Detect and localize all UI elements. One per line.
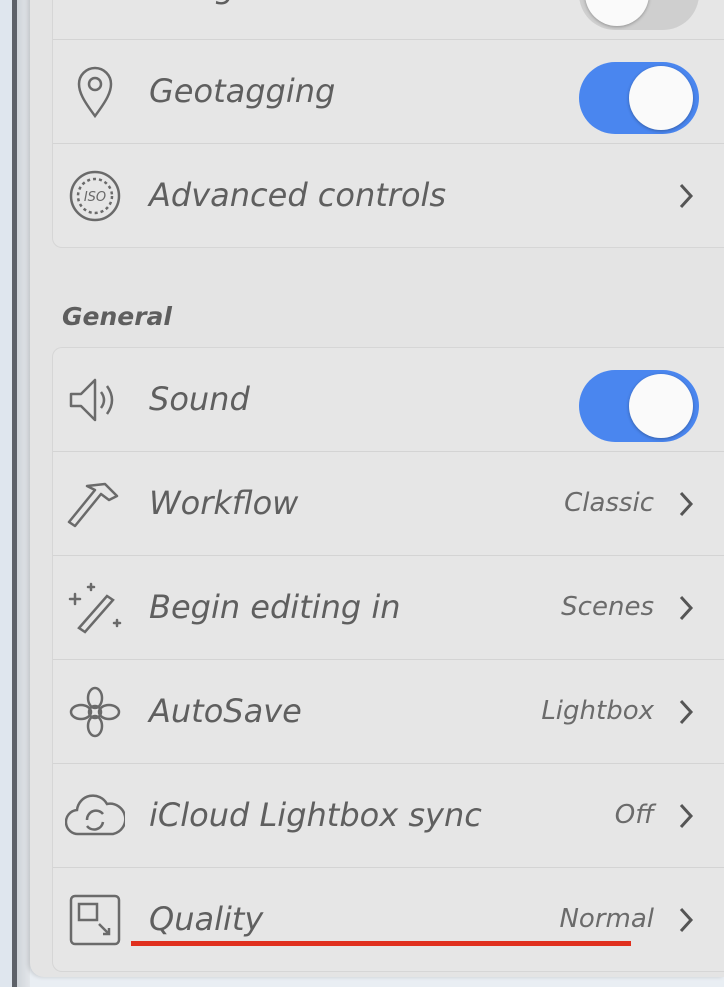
speaker-icon bbox=[65, 372, 125, 428]
horizon-level-toggle[interactable] bbox=[579, 0, 699, 30]
setting-row-horizon-level[interactable]: Horigon Level bbox=[53, 0, 724, 40]
setting-label: Horigon Level bbox=[149, 0, 370, 39]
setting-label: Advanced controls bbox=[149, 176, 447, 214]
hammer-icon bbox=[65, 476, 125, 532]
setting-row-begin-editing-in[interactable]: Begin editing in Scenes bbox=[53, 556, 724, 660]
chevron-right-icon bbox=[679, 699, 694, 725]
setting-label: AutoSave bbox=[149, 692, 302, 730]
chevron-right-icon bbox=[679, 803, 694, 829]
setting-label: Begin editing in bbox=[149, 588, 401, 626]
flower-icon bbox=[65, 684, 125, 740]
setting-value: Lightbox bbox=[541, 696, 654, 726]
camera-settings-group: Horigon Level Geotagging ISO Advanced co… bbox=[52, 0, 724, 248]
setting-row-workflow[interactable]: Workflow Classic bbox=[53, 452, 724, 556]
chevron-right-icon bbox=[679, 595, 694, 621]
general-settings-group: Sound Workflow Classic Begin editing in … bbox=[52, 347, 724, 972]
setting-value: Classic bbox=[564, 488, 654, 518]
iso-icon: ISO bbox=[65, 168, 125, 224]
quality-resize-icon bbox=[65, 892, 125, 948]
toggle-knob bbox=[629, 66, 693, 130]
chevron-right-icon bbox=[679, 183, 694, 209]
magic-brush-icon bbox=[65, 580, 125, 636]
horizon-level-icon bbox=[65, 0, 125, 16]
setting-value: Scenes bbox=[561, 592, 654, 622]
setting-label: Sound bbox=[149, 380, 250, 418]
settings-panel: Horigon Level Geotagging ISO Advanced co… bbox=[30, 0, 724, 977]
setting-row-geotagging[interactable]: Geotagging bbox=[53, 40, 724, 144]
sound-toggle[interactable] bbox=[579, 370, 699, 442]
toggle-knob bbox=[585, 0, 649, 26]
setting-value: Off bbox=[614, 800, 654, 830]
setting-row-autosave[interactable]: AutoSave Lightbox bbox=[53, 660, 724, 764]
location-pin-icon bbox=[65, 64, 125, 120]
toggle-knob bbox=[629, 374, 693, 438]
chevron-right-icon bbox=[679, 907, 694, 933]
setting-value: Normal bbox=[559, 904, 654, 934]
setting-label: Quality bbox=[149, 900, 264, 938]
setting-row-sound[interactable]: Sound bbox=[53, 348, 724, 452]
section-title-general: General bbox=[62, 302, 172, 331]
highlight-underline bbox=[131, 941, 631, 946]
geotagging-toggle[interactable] bbox=[579, 62, 699, 134]
setting-row-advanced-controls[interactable]: ISO Advanced controls bbox=[53, 144, 724, 247]
svg-text:ISO: ISO bbox=[84, 190, 106, 205]
chevron-right-icon bbox=[679, 491, 694, 517]
setting-label: Geotagging bbox=[149, 72, 336, 110]
window-edge bbox=[0, 0, 30, 987]
setting-row-icloud-lightbox-sync[interactable]: iCloud Lightbox sync Off bbox=[53, 764, 724, 868]
setting-label: iCloud Lightbox sync bbox=[149, 796, 482, 834]
setting-label: Workflow bbox=[149, 484, 299, 522]
cloud-sync-icon bbox=[64, 788, 127, 844]
setting-row-quality[interactable]: Quality Normal bbox=[53, 868, 724, 971]
